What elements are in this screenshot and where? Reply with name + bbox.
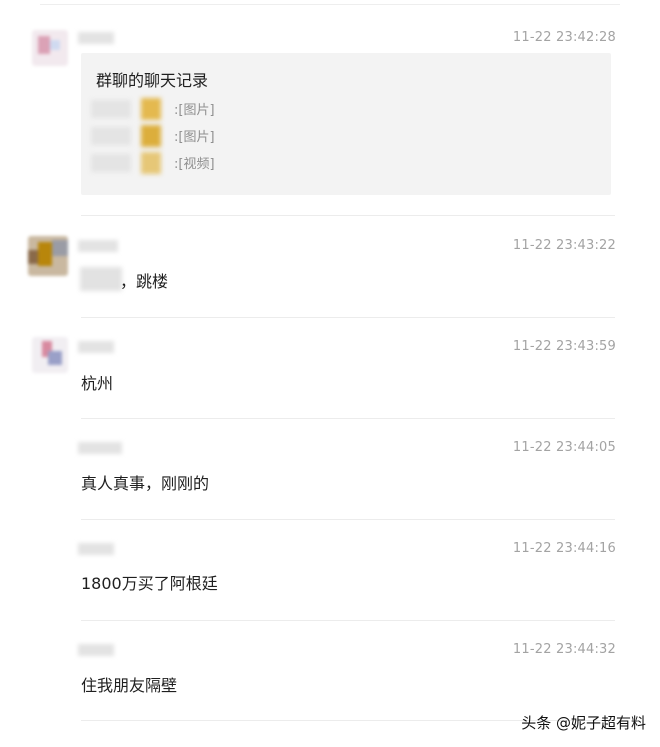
message-time: 11-22 23:43:59 [512,339,616,354]
message-text: 真人真事，刚刚的 [81,474,210,493]
watermark: 头条 @妮子超有料 [521,714,646,732]
chat-record-card[interactable]: 群聊的聊天记录 :[图片] :[图片] :[视频] [81,53,611,195]
avatar[interactable] [28,236,68,276]
chat-record-line: :[图片] [81,98,381,120]
avatar[interactable] [32,30,68,66]
chat-record-item-label: :[图片] [174,103,215,118]
message-time: 11-22 23:44:32 [512,642,616,657]
message-time: 11-22 23:44:05 [512,440,616,455]
chat-record-line: :[视频] [81,152,381,174]
sender-name [78,28,122,48]
chat-record-line: :[图片] [81,125,381,147]
avatar[interactable] [32,337,68,373]
sender-name [78,640,122,660]
message-text: ，跳楼 [120,272,169,291]
message-divider [81,418,615,419]
chat-record-item-label: :[视频] [174,157,215,172]
blurred-sender [91,125,163,147]
message-divider [81,317,615,318]
sender-name [78,337,122,357]
chat-record-item-label: :[图片] [174,130,215,145]
message-divider [81,519,615,520]
message-time: 11-22 23:44:16 [512,541,616,556]
top-divider [40,4,620,5]
message-text: 住我朋友隔壁 [81,676,178,695]
sender-name [78,438,122,458]
sender-name [78,539,122,559]
sender-name [78,236,122,256]
chat-record-title: 群聊的聊天记录 [96,71,209,90]
message-text: 1800万买了阿根廷 [81,574,218,593]
blurred-sender [91,98,163,120]
message-divider [81,620,615,621]
blurred-mention [80,267,122,291]
message-time: 11-22 23:42:28 [512,30,616,45]
message-divider [81,215,615,216]
message-time: 11-22 23:43:22 [512,238,616,253]
blurred-sender [91,152,163,174]
message-text: 杭州 [81,374,114,393]
